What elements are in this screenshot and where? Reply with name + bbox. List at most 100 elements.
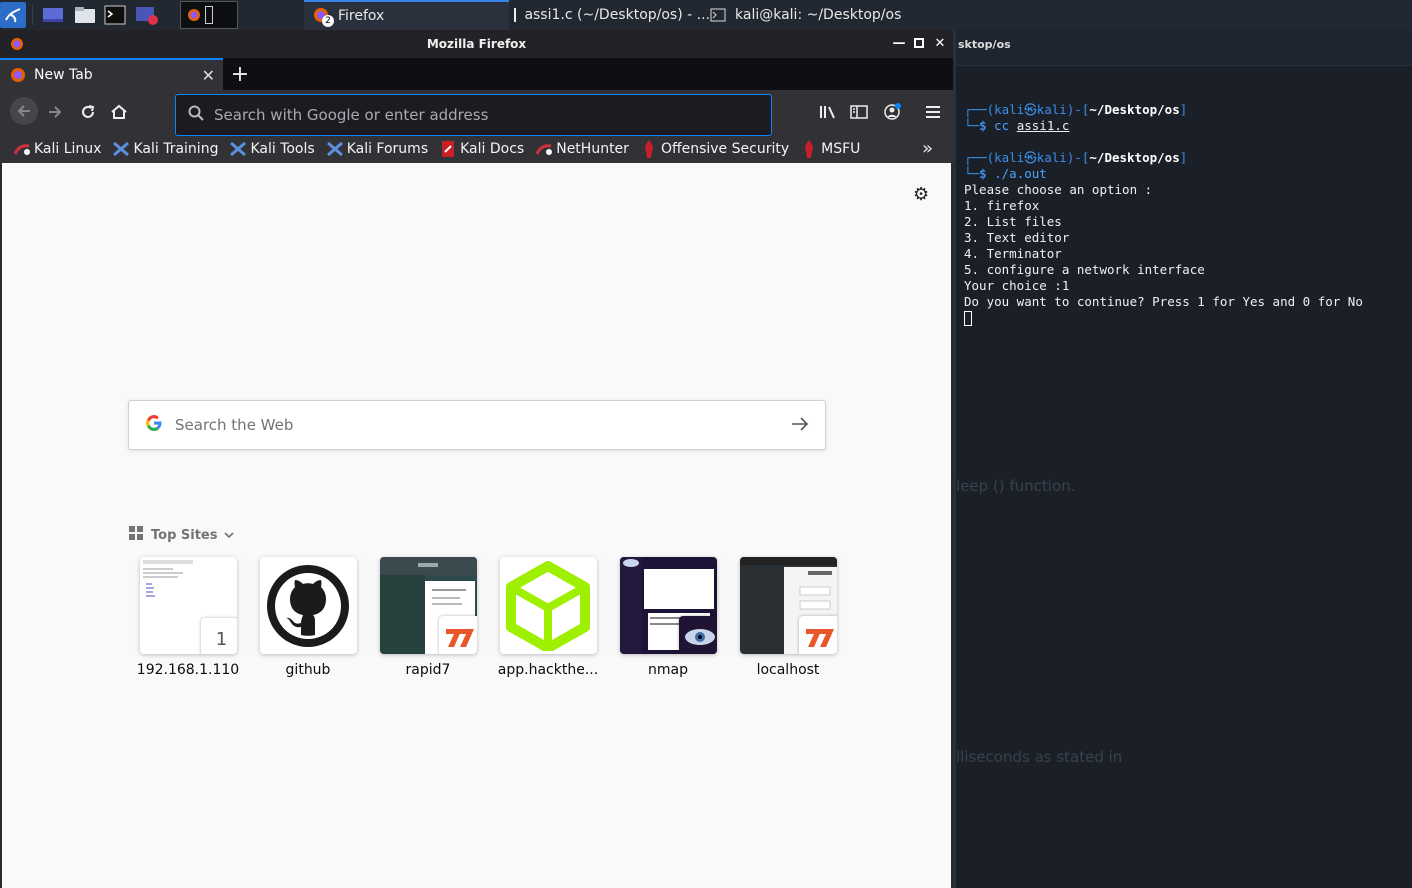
web-search-input[interactable] [175, 416, 755, 434]
library-icon[interactable] [816, 100, 840, 124]
top-site-tile[interactable]: app.hackthe... [488, 557, 608, 678]
rapid7-logo-icon [798, 616, 837, 654]
tab-new-tab[interactable]: New Tab ✕ [0, 58, 223, 90]
bookmark-nethunter[interactable]: NetHunter [536, 141, 629, 157]
terminal-titlebar: sktop/os [956, 30, 1412, 66]
top-site-label: github [285, 662, 331, 678]
screen-recorder-icon[interactable] [135, 4, 159, 26]
kali-blue-icon [230, 141, 247, 157]
bookmark-kali-linux[interactable]: Kali Linux [14, 141, 101, 157]
background-text: leep () function. [956, 477, 1076, 495]
task-firefox[interactable]: 2 Firefox [304, 0, 509, 30]
bookmark-kali-docs[interactable]: Kali Docs [440, 140, 524, 157]
sidebar-icon[interactable] [847, 100, 871, 124]
forward-icon[interactable] [43, 100, 67, 124]
bookmark-kali-tools[interactable]: Kali Tools [230, 141, 315, 157]
chevron-right-icon[interactable]: » [922, 138, 933, 159]
output-line: 4. Terminator [964, 246, 1062, 261]
menu-icon[interactable] [921, 100, 945, 124]
kali-blue-icon [326, 141, 343, 157]
bookmark-kali-training[interactable]: Kali Training [113, 141, 218, 157]
taskbar: 2 Firefox assi1.c (~/Desktop/os) - ... k… [0, 0, 1412, 30]
top-site-tile[interactable]: rapid7 [368, 557, 488, 678]
prompt-dir: ~/Desktop/os [1089, 102, 1180, 117]
task-label: assi1.c (~/Desktop/os) - ... [524, 7, 710, 23]
rapid7-logo-icon [438, 616, 477, 654]
top-site-tile[interactable]: github [248, 557, 368, 678]
workspace-preview[interactable] [180, 1, 238, 29]
tab-close-icon[interactable]: ✕ [202, 66, 215, 85]
site-thumbnail [739, 557, 837, 654]
tab-strip: New Tab ✕ + [0, 58, 953, 90]
background-text: lliseconds as stated in [956, 748, 1123, 766]
top-site-label: app.hackthe... [497, 662, 599, 678]
top-site-label: 192.168.1.110 [136, 662, 240, 678]
firefox-window: Mozilla Firefox — ✕ New Tab ✕ + Search w… [0, 30, 953, 888]
site-thumbnail: 1 [139, 557, 237, 654]
bookmark-kali-forums[interactable]: Kali Forums [326, 141, 428, 157]
maximize-icon[interactable] [911, 35, 927, 51]
terminal-icon[interactable] [103, 4, 127, 26]
top-sites-header[interactable]: Top Sites [129, 526, 234, 544]
top-site-tile[interactable]: localhost [728, 557, 848, 678]
task-editor[interactable]: assi1.c (~/Desktop/os) - ... [510, 0, 710, 30]
command-text: ./a.out [994, 166, 1047, 181]
prompt-user: kali㉿kali [994, 150, 1067, 165]
prompt-dir: ~/Desktop/os [1089, 150, 1180, 165]
window-count-badge: 2 [322, 15, 334, 27]
task-terminal[interactable]: kali@kali: ~/Desktop/os [710, 0, 930, 30]
show-desktop-icon[interactable] [41, 4, 65, 26]
bookmarks-toolbar: Kali Linux Kali Training Kali Tools Kali… [0, 132, 953, 166]
tile-number-badge: 1 [200, 618, 237, 654]
offsec-icon [801, 139, 817, 158]
terminal-window[interactable]: sktop/os leep () function. lliseconds as… [956, 30, 1412, 888]
output-line: Please choose an option : [964, 182, 1153, 197]
navigation-toolbar [0, 90, 953, 136]
top-site-tile[interactable]: 1 192.168.1.110 [128, 557, 248, 678]
kali-menu-icon[interactable] [0, 2, 26, 28]
output-line: 5. configure a network interface [964, 262, 1205, 277]
address-bar[interactable] [175, 94, 772, 136]
output-line: 1. firefox [964, 198, 1040, 213]
github-icon [267, 564, 349, 647]
firefox-icon [11, 68, 25, 82]
top-site-label: localhost [756, 662, 820, 678]
output-line: Your choice :1 [964, 278, 1070, 293]
firefox-logo-icon [10, 37, 24, 54]
kali-docs-icon [440, 140, 456, 157]
file-manager-icon[interactable] [73, 4, 97, 26]
task-label: Firefox [338, 8, 385, 24]
web-search-box[interactable] [128, 400, 826, 450]
output-line: Do you want to continue? Press 1 for Yes… [964, 294, 1363, 309]
minimize-icon[interactable]: — [891, 35, 907, 51]
output-line: 2. List files [964, 214, 1062, 229]
document-icon [514, 8, 517, 22]
url-input[interactable] [214, 106, 754, 124]
reload-icon[interactable] [76, 100, 100, 124]
site-thumbnail [619, 557, 717, 654]
bookmark-msfu[interactable]: MSFU [801, 139, 860, 158]
output-line: 3. Text editor [964, 230, 1070, 245]
gear-icon[interactable]: ⚙ [913, 184, 929, 205]
close-icon[interactable]: ✕ [932, 35, 948, 51]
account-icon[interactable] [880, 100, 904, 124]
nmap-eye-icon [678, 616, 717, 654]
bookmark-offensive-security[interactable]: Offensive Security [641, 139, 789, 158]
new-tab-page: ⚙ Top Sites [2, 163, 951, 888]
kali-red-icon [536, 141, 553, 157]
terminal-output: ┌──(kali㉿kali)-[~/Desktop/os] └─$ cc ass… [964, 102, 1363, 326]
hackthebox-cube-icon [506, 560, 590, 651]
new-tab-button[interactable]: + [223, 58, 257, 90]
top-sites-grid: 1 192.168.1.110 github rapid7 app.hackth… [128, 557, 848, 678]
home-icon[interactable] [107, 100, 131, 124]
taskbar-separator [32, 5, 33, 25]
terminal-icon [710, 8, 726, 22]
back-icon[interactable] [10, 97, 38, 125]
grid-icon [129, 526, 143, 544]
google-icon [145, 414, 163, 436]
tab-label: New Tab [34, 67, 93, 83]
arrow-right-icon[interactable] [791, 416, 809, 436]
top-site-tile[interactable]: nmap [608, 557, 728, 678]
window-title: Mozilla Firefox [426, 37, 527, 51]
command-arg: assi1.c [1016, 118, 1070, 133]
